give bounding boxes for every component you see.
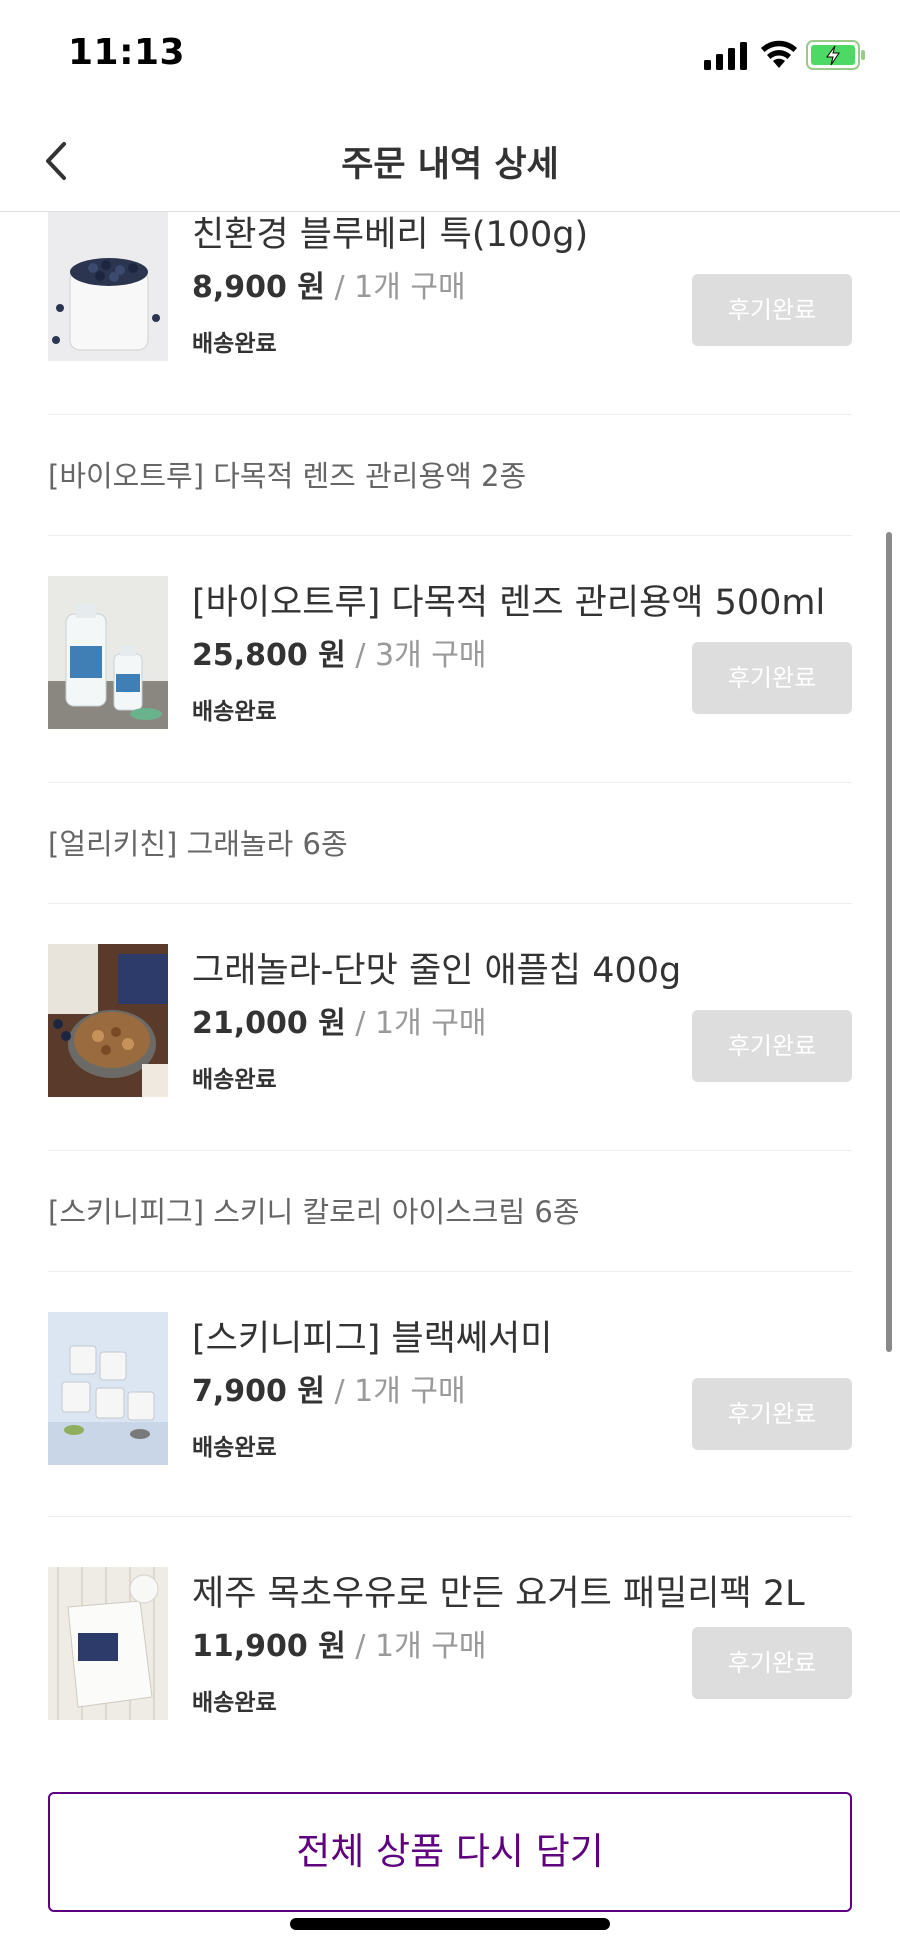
group-header: [얼리키친] 그래놀라 6종 <box>48 782 852 904</box>
purchase-quantity: / 1개 구매 <box>345 1006 487 1041</box>
group-title: [바이오트루] 다목적 렌즈 관리용액 2종 <box>48 459 527 493</box>
product-price: 7,900 원 / 1개 구매 <box>192 1366 466 1410</box>
status-time: 11:13 <box>68 32 186 73</box>
review-complete-button[interactable]: 후기완료 <box>692 1627 852 1699</box>
product-name[interactable]: [스키니피그] 블랙쎄서미 <box>192 1310 552 1361</box>
item-divider <box>48 1516 852 1517</box>
delivery-status: 배송완료 <box>192 699 277 725</box>
order-item: [스키니피그] 블랙쎄서미 7,900 원 / 1개 구매 배송완료 후기완료 <box>48 1272 852 1516</box>
app-header: 주문 내역 상세 <box>0 110 900 212</box>
order-item: 제주 목초우유로 만든 요거트 패밀리팩 2L 11,900 원 / 1개 구매… <box>48 1527 852 1771</box>
review-complete-button[interactable]: 후기완료 <box>692 274 852 346</box>
page-title: 주문 내역 상세 <box>341 145 559 185</box>
product-name[interactable]: 그래놀라-단맛 줄인 애플칩 400g <box>192 942 681 993</box>
scrollbar[interactable] <box>886 532 892 1352</box>
delivery-status: 배송완료 <box>192 1690 277 1716</box>
price-value: 11,900 원 <box>192 1629 346 1664</box>
group-header: [바이오트루] 다목적 렌즈 관리용액 2종 <box>48 414 852 536</box>
group-header: [스키니피그] 스키니 칼로리 아이스크림 6종 <box>48 1150 852 1272</box>
product-name[interactable]: 제주 목초우유로 만든 요거트 패밀리팩 2L <box>192 1565 805 1616</box>
delivery-status: 배송완료 <box>192 331 277 357</box>
price-value: 8,900 원 <box>192 270 325 305</box>
product-price: 21,000 원 / 1개 구매 <box>192 998 486 1042</box>
purchase-quantity: / 3개 구매 <box>345 638 487 673</box>
review-complete-button[interactable]: 후기완료 <box>692 1378 852 1450</box>
price-value: 7,900 원 <box>192 1374 325 1409</box>
add-all-to-cart-button[interactable]: 전체 상품 다시 담기 <box>48 1792 852 1912</box>
wifi-icon <box>761 40 797 68</box>
delivery-status: 배송완료 <box>192 1435 277 1461</box>
battery-charging-icon <box>806 40 865 70</box>
purchase-quantity: / 1개 구매 <box>324 1374 466 1409</box>
review-complete-button[interactable]: 후기완료 <box>692 642 852 714</box>
home-indicator <box>290 1918 610 1930</box>
purchase-quantity: / 1개 구매 <box>324 270 466 305</box>
review-complete-button[interactable]: 후기완료 <box>692 1010 852 1082</box>
group-title: [스키니피그] 스키니 칼로리 아이스크림 6종 <box>48 1195 580 1229</box>
product-price: 8,900 원 / 1개 구매 <box>192 262 466 306</box>
product-image-lens-solution[interactable] <box>48 576 168 729</box>
order-item: [바이오트루] 다목적 렌즈 관리용액 500ml 25,800 원 / 3개 … <box>48 536 852 780</box>
product-image-granola[interactable] <box>48 944 168 1097</box>
price-value: 25,800 원 <box>192 638 346 673</box>
status-bar: 11:13 <box>0 0 900 110</box>
cellular-signal-icon <box>704 42 747 70</box>
product-price: 25,800 원 / 3개 구매 <box>192 630 486 674</box>
product-name[interactable]: [바이오트루] 다목적 렌즈 관리용액 500ml <box>192 574 825 625</box>
product-image-yogurt[interactable] <box>48 1567 168 1720</box>
delivery-status: 배송완료 <box>192 1067 277 1093</box>
product-image-ice-cream[interactable] <box>48 1312 168 1465</box>
group-title: [얼리키친] 그래놀라 6종 <box>48 827 348 861</box>
price-value: 21,000 원 <box>192 1006 346 1041</box>
order-item: 그래놀라-단맛 줄인 애플칩 400g 21,000 원 / 1개 구매 배송완… <box>48 904 852 1148</box>
purchase-quantity: / 1개 구매 <box>345 1629 487 1664</box>
product-image-blueberry[interactable] <box>48 212 168 361</box>
product-name[interactable]: 친환경 블루베리 특(100g) <box>192 212 588 257</box>
order-item: 친환경 블루베리 특(100g) 8,900 원 / 1개 구매 배송완료 후기… <box>48 212 852 412</box>
order-item-list[interactable]: 친환경 블루베리 특(100g) 8,900 원 / 1개 구매 배송완료 후기… <box>0 212 900 1772</box>
product-price: 11,900 원 / 1개 구매 <box>192 1621 486 1665</box>
